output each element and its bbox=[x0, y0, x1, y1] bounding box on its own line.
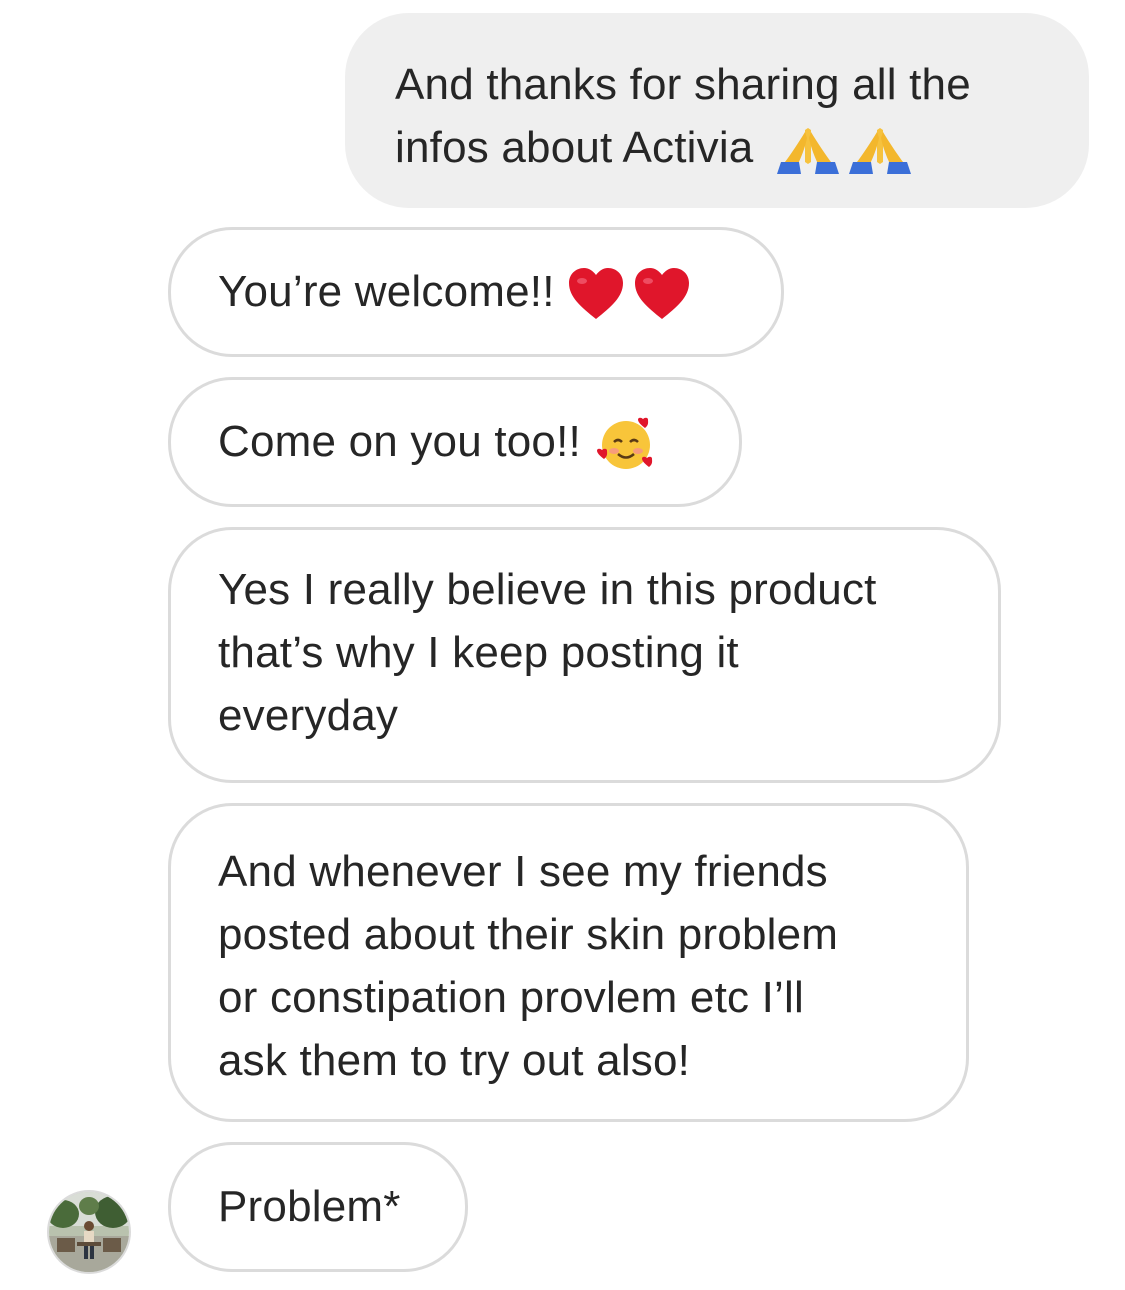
received-message-bubble[interactable]: Problem* bbox=[168, 1142, 468, 1272]
received-message-bubble[interactable]: You’re welcome!! bbox=[168, 227, 784, 357]
received-message-bubble[interactable]: Yes I really believe in this product tha… bbox=[168, 527, 1001, 783]
avatar-photo-icon bbox=[49, 1192, 129, 1272]
message-text-line: infos about Activia bbox=[395, 116, 1041, 179]
message-text-line: that’s why I keep posting it bbox=[218, 628, 739, 677]
smiling-face-with-hearts-icon bbox=[596, 418, 653, 470]
message-text-line: everyday bbox=[218, 691, 399, 740]
message-text-line: You’re welcome!! bbox=[218, 260, 781, 323]
message-text-line: posted about their skin problem bbox=[218, 910, 839, 959]
message-text-line: And thanks for sharing all the bbox=[395, 60, 971, 109]
folded-hands-icon bbox=[849, 128, 912, 175]
received-message-bubble[interactable]: Come on you too!! bbox=[168, 377, 742, 507]
message-text-line: Problem* bbox=[218, 1182, 401, 1231]
message-text-line: or constipation provlem etc I’ll bbox=[218, 973, 804, 1022]
message-text-line: ask them to try out also! bbox=[218, 1036, 691, 1085]
folded-hands-icon bbox=[777, 128, 840, 175]
message-text-line: And whenever I see my friends bbox=[218, 847, 828, 896]
red-heart-icon bbox=[634, 268, 689, 320]
received-message-bubble[interactable]: And whenever I see my friends posted abo… bbox=[168, 803, 969, 1122]
message-text-line: Come on you too!! bbox=[218, 410, 739, 473]
message-text-line: Yes I really believe in this product bbox=[218, 565, 877, 614]
red-heart-icon bbox=[568, 268, 623, 320]
avatar[interactable] bbox=[47, 1190, 131, 1274]
sent-message-bubble[interactable]: And thanks for sharing all the infos abo… bbox=[345, 13, 1089, 208]
